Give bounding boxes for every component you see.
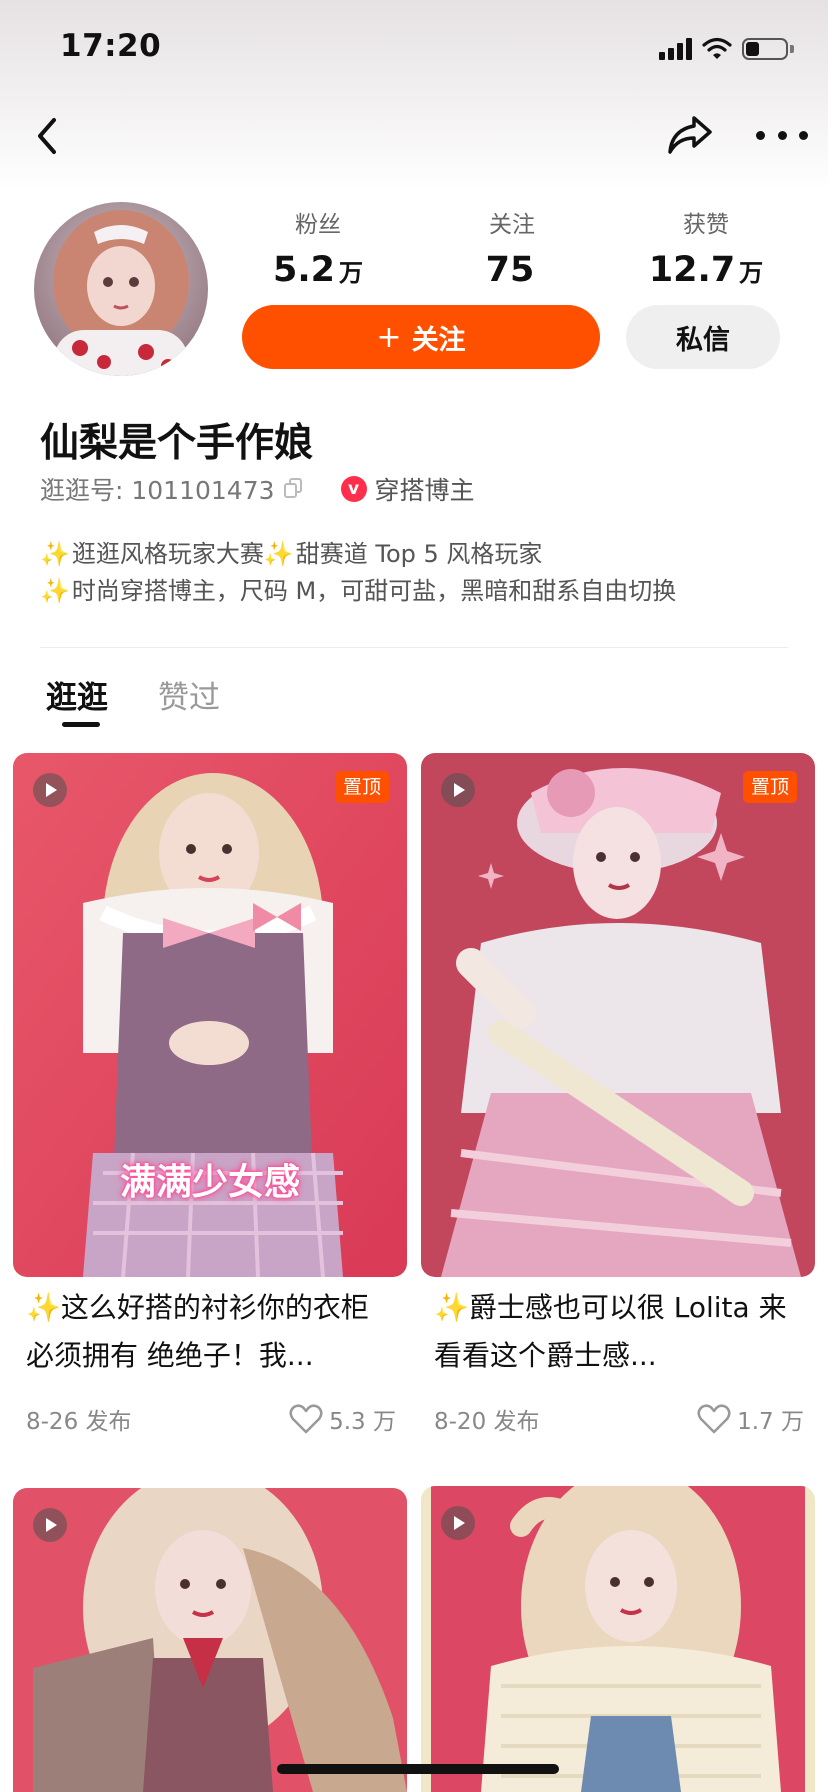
verified-v-icon: v (340, 476, 367, 502)
bio-text: 时尚穿搭博主，尺码 M，可甜可盐，黑暗和甜系自由切换 (71, 577, 677, 605)
share-icon[interactable] (664, 110, 716, 160)
id-line: 逛逛号: 101101473 v 穿搭博主 (40, 472, 475, 506)
home-indicator (277, 1764, 559, 1774)
post-date: 8-20 发布 (434, 1409, 540, 1435)
copy-icon[interactable] (283, 478, 305, 500)
post-card-image[interactable]: 置顶 满满少女感 (13, 753, 407, 1277)
tab-underline (62, 722, 100, 727)
post-meta: 8-26 发布 5.3 万 (26, 1401, 396, 1437)
sparkle-icon: ✨ (40, 540, 70, 568)
creator-tag-label: 穿搭博主 (374, 476, 475, 505)
creator-tag: v 穿搭博主 (340, 471, 475, 507)
stat-following[interactable]: 关注 75 (432, 210, 592, 296)
more-options-icon[interactable] (756, 118, 808, 152)
message-button[interactable]: 私信 (626, 305, 780, 369)
stat-unit: 万 (739, 259, 764, 287)
stat-label: 关注 (489, 212, 535, 238)
stat-likes[interactable]: 获赞 12.7 万 (626, 210, 786, 296)
back-chevron-icon[interactable] (28, 112, 68, 160)
bio-text: 逛逛风格玩家大赛 (71, 540, 264, 568)
stat-value: 75 (485, 250, 535, 290)
wifi-icon (702, 37, 732, 59)
image-caption: 满满少女感 (119, 1162, 300, 1203)
post-likes[interactable]: 5.3 万 (289, 1402, 396, 1436)
stat-value: 5.2 (272, 250, 335, 290)
cellular-signal-icon (659, 38, 692, 60)
post-meta: 8-20 发布 1.7 万 (434, 1401, 804, 1437)
plus-icon: + (376, 319, 402, 355)
username: 仙梨是个手作娘 (40, 421, 314, 466)
follow-label: 关注 (411, 324, 466, 356)
tab-posts[interactable]: 逛逛 (46, 672, 108, 717)
post-card-image[interactable] (13, 1488, 407, 1792)
sparkle-icon: ✨ (263, 540, 294, 568)
pinned-badge: 置顶 (742, 771, 797, 803)
bio: ✨逛逛风格玩家大赛✨甜赛道 Top 5 风格玩家 ✨时尚穿搭博主，尺码 M，可甜… (40, 536, 676, 610)
video-play-icon (441, 773, 475, 807)
stat-unit: 万 (339, 259, 363, 287)
tab-liked[interactable]: 赞过 (158, 672, 220, 717)
heart-icon (289, 1404, 323, 1434)
pinned-badge: 置顶 (334, 771, 389, 803)
bio-line: ✨时尚穿搭博主，尺码 M，可甜可盐，黑暗和甜系自由切换 (40, 573, 676, 610)
heart-icon (697, 1404, 731, 1434)
user-id: 逛逛号: 101101473 (40, 476, 275, 505)
post-date: 8-26 发布 (26, 1409, 132, 1435)
video-play-icon (33, 773, 67, 807)
video-play-icon (441, 1506, 475, 1540)
post-card-image[interactable] (421, 1486, 815, 1792)
bio-text: 甜赛道 Top 5 风格玩家 (295, 540, 543, 568)
post-likes[interactable]: 1.7 万 (697, 1402, 804, 1436)
post-title[interactable]: ✨这么好搭的衬衫你的衣柜必须拥有 绝绝子！我... (26, 1284, 396, 1380)
stat-fans[interactable]: 粉丝 5.2 万 (238, 210, 398, 296)
video-play-icon (33, 1508, 67, 1542)
sparkle-icon: ✨ (40, 577, 70, 605)
avatar[interactable] (34, 202, 208, 376)
like-count: 5.3 万 (329, 1409, 396, 1435)
stat-label: 粉丝 (295, 212, 341, 238)
post-card-image[interactable]: 置顶 (421, 753, 815, 1277)
divider (40, 647, 788, 648)
like-count: 1.7 万 (737, 1409, 804, 1435)
status-time: 17:20 (60, 28, 162, 64)
stat-label: 获赞 (683, 212, 729, 238)
battery-icon (742, 38, 794, 60)
follow-button[interactable]: + 关注 (242, 305, 600, 369)
bio-line: ✨逛逛风格玩家大赛✨甜赛道 Top 5 风格玩家 (40, 536, 676, 573)
stat-value: 12.7 (648, 250, 736, 290)
post-title[interactable]: ✨爵士感也可以很 Lolita 来看看这个爵士感... (434, 1284, 804, 1380)
status-icons (659, 34, 794, 64)
